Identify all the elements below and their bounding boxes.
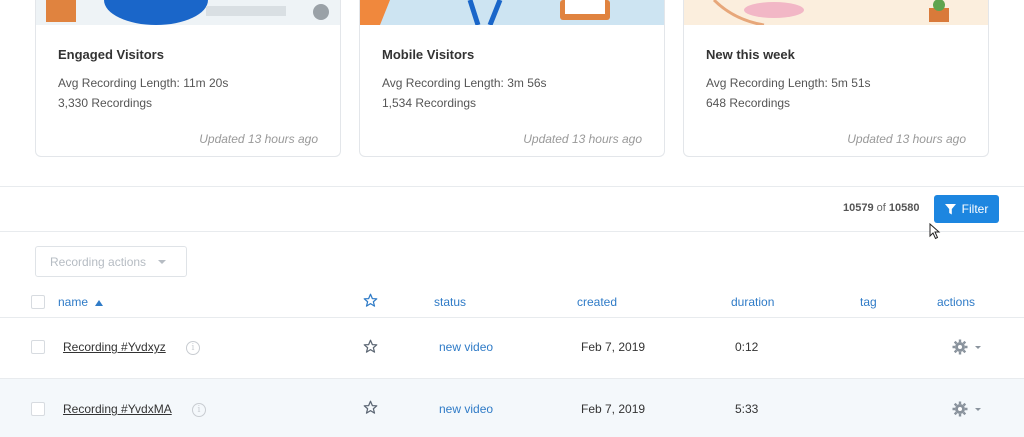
column-header-duration[interactable]: duration [731, 295, 774, 309]
column-header-name[interactable]: name [58, 295, 104, 309]
duration-value: 0:12 [735, 340, 759, 354]
created-date: Feb 7, 2019 [581, 340, 646, 354]
card-updated: Updated 13 hours ago [523, 132, 642, 146]
funnel-icon [944, 203, 956, 214]
card-avg-length: Avg Recording Length: 3m 56s [382, 76, 547, 90]
card-title: Engaged Visitors [58, 47, 164, 62]
column-header-tag[interactable]: tag [860, 295, 877, 309]
card-title: Mobile Visitors [382, 47, 475, 62]
card-illustration [36, 0, 340, 25]
card-illustration [360, 0, 664, 25]
star-header-icon[interactable] [363, 293, 378, 308]
gear-icon [952, 401, 981, 417]
recording-count: 10579 of 10580 [843, 202, 920, 214]
created-date: Feb 7, 2019 [581, 402, 646, 416]
card-avg-length: Avg Recording Length: 5m 51s [706, 76, 871, 90]
card-avg-length: Avg Recording Length: 11m 20s [58, 76, 229, 90]
star-icon[interactable] [363, 400, 378, 415]
shown-count: 10579 [843, 202, 874, 214]
segment-card-mobile-visitors[interactable]: Mobile Visitors Avg Recording Length: 3m… [359, 0, 665, 157]
column-header-actions: actions [937, 295, 976, 309]
card-recording-count: 3,330 Recordings [58, 96, 153, 110]
card-title: New this week [706, 47, 795, 62]
mouse-cursor-icon [929, 223, 941, 240]
recording-actions-dropdown[interactable]: Recording actions [35, 246, 187, 277]
divider [0, 186, 1024, 187]
table-row[interactable]: Recording #Yvdxyz i new video Feb 7, 201… [0, 318, 1024, 378]
status-badge: new video [439, 340, 494, 354]
row-actions-menu[interactable] [952, 339, 982, 360]
filter-button[interactable]: Filter [934, 195, 999, 223]
duration-value: 5:33 [735, 402, 759, 416]
status-badge: new video [439, 402, 494, 416]
filter-label: Filter [961, 202, 989, 216]
row-checkbox[interactable] [31, 402, 45, 416]
column-header-status[interactable]: status [434, 295, 466, 309]
row-actions-menu[interactable] [952, 401, 982, 422]
header-name-label: name [58, 295, 89, 309]
card-recording-count: 1,534 Recordings [382, 96, 477, 110]
recording-actions-label: Recording actions [50, 254, 147, 269]
divider [0, 231, 1024, 232]
table-row[interactable]: Recording #YvdxMA i new video Feb 7, 201… [0, 379, 1024, 437]
card-recording-count: 648 Recordings [706, 96, 791, 110]
info-icon[interactable]: i [192, 403, 206, 417]
row-checkbox[interactable] [31, 340, 45, 354]
card-illustration [684, 0, 988, 25]
recording-name-link[interactable]: Recording #YvdxMA [63, 402, 172, 416]
star-icon[interactable] [363, 339, 378, 354]
segment-card-engaged-visitors[interactable]: Engaged Visitors Avg Recording Length: 1… [35, 0, 341, 157]
card-updated: Updated 13 hours ago [847, 132, 966, 146]
gear-icon [952, 339, 981, 355]
total-count: 10580 [888, 202, 920, 214]
segment-card-new-this-week[interactable]: New this week Avg Recording Length: 5m 5… [683, 0, 989, 157]
card-updated: Updated 13 hours ago [199, 132, 318, 146]
sort-ascending-icon [95, 299, 104, 306]
count-of: of [876, 202, 886, 214]
select-all-checkbox[interactable] [31, 295, 45, 309]
info-icon[interactable]: i [186, 341, 200, 355]
recording-name-link[interactable]: Recording #Yvdxyz [63, 340, 166, 354]
column-header-created[interactable]: created [577, 295, 617, 309]
chevron-down-icon [158, 259, 167, 264]
